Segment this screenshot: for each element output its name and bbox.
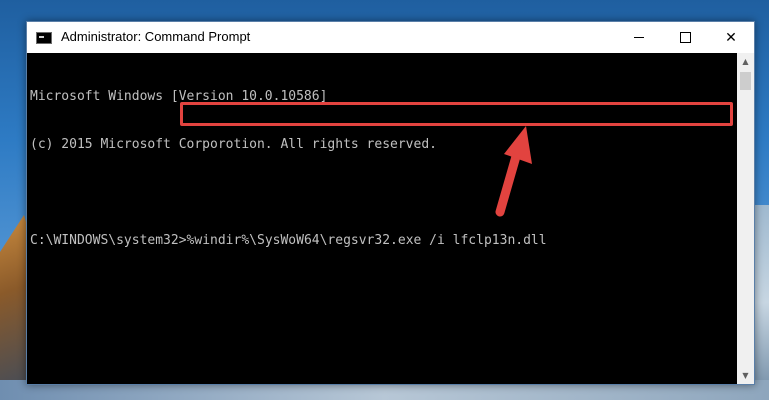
scroll-thumb[interactable] (740, 72, 751, 90)
minimize-button[interactable] (616, 22, 662, 53)
scroll-up-icon[interactable]: ▲ (737, 53, 754, 70)
red-arrow-icon (495, 126, 532, 217)
console-line-copyright: (c) 2015 Microsoft Corporotion. All righ… (30, 137, 437, 152)
close-icon: ✕ (725, 29, 737, 46)
maximize-icon (679, 32, 691, 43)
cmd-icon[interactable] (36, 32, 52, 44)
window-title: Administrator: Command Prompt (61, 29, 251, 44)
scroll-down-icon[interactable]: ▼ (737, 367, 754, 384)
console-command-text[interactable]: %windir%\SysWoW64\regsvr32.exe /i lfclp1… (187, 233, 547, 248)
vertical-scrollbar[interactable]: ▲ ▼ (737, 53, 754, 384)
console-prompt: C:\WINDOWS\system32> (30, 233, 187, 248)
console-command-line[interactable]: C:\WINDOWS\system32>%windir%\SysWoW64\re… (30, 233, 737, 249)
minimize-icon (634, 37, 644, 38)
close-button[interactable]: ✕ (708, 22, 754, 53)
title-bar[interactable]: Administrator: Command Prompt ✕ (27, 22, 754, 53)
command-highlight-box (180, 102, 733, 126)
maximize-button[interactable] (662, 22, 708, 53)
command-prompt-window: Administrator: Command Prompt ✕ Microsof… (26, 21, 755, 385)
